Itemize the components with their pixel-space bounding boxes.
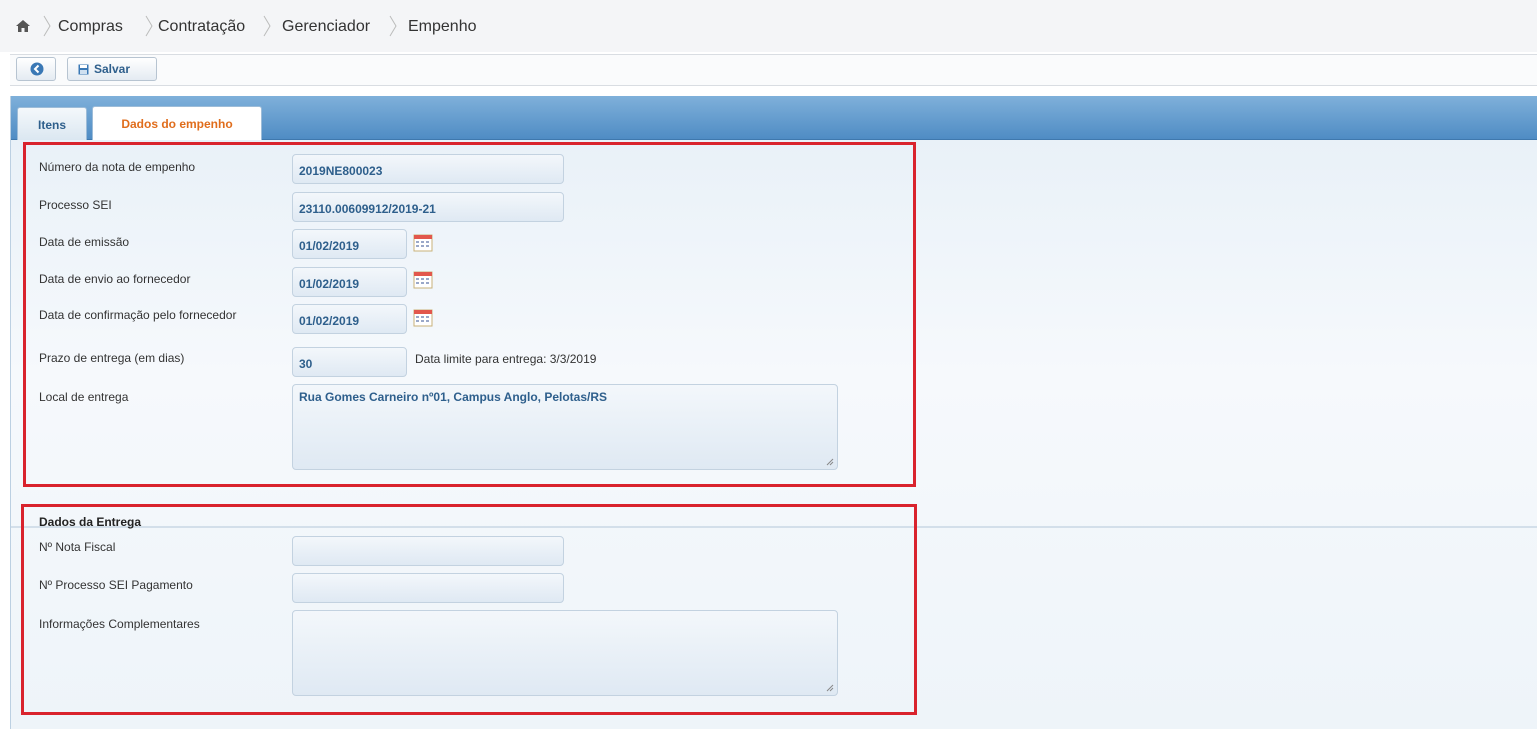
local-entrega-textarea[interactable]: Rua Gomes Carneiro nº01, Campus Anglo, P…	[292, 384, 838, 470]
breadcrumb-empenho: Empenho	[408, 18, 477, 35]
data-envio-label: Data de envio ao fornecedor	[39, 272, 191, 286]
breadcrumb-gerenciador[interactable]: Gerenciador	[282, 18, 370, 36]
prazo-entrega-label: Prazo de entrega (em dias)	[39, 351, 185, 365]
nota-fiscal-field[interactable]	[292, 536, 564, 566]
breadcrumb-separator-icon	[263, 15, 271, 37]
tab-content: Número da nota de empenho 2019NE800023 P…	[11, 140, 1537, 729]
data-emissao-label: Data de emissão	[39, 235, 130, 249]
nota-fiscal-label: Nº Nota Fiscal	[39, 540, 116, 554]
toolbar: Salvar	[10, 54, 1537, 86]
calendar-icon[interactable]	[413, 234, 433, 252]
back-button[interactable]	[16, 57, 56, 81]
data-confirmacao-label: Data de confirmação pelo fornecedor	[39, 308, 237, 322]
back-arrow-icon	[30, 62, 44, 76]
data-envio-field[interactable]: 01/02/2019	[292, 267, 407, 297]
resize-handle-icon[interactable]	[826, 684, 834, 692]
resize-handle-icon[interactable]	[826, 458, 834, 466]
breadcrumb-separator-icon	[145, 15, 153, 37]
dados-entrega-title: Dados da Entrega	[39, 515, 142, 529]
numero-empenho-field[interactable]: 2019NE800023	[292, 154, 564, 184]
calendar-icon[interactable]	[413, 271, 433, 289]
processo-sei-field[interactable]: 23110.00609912/2019-21	[292, 192, 564, 222]
tab-itens[interactable]: Itens	[17, 107, 87, 140]
processo-pagamento-label: Nº Processo SEI Pagamento	[39, 578, 193, 592]
save-button-label: Salvar	[94, 62, 131, 76]
numero-empenho-label: Número da nota de empenho	[39, 160, 196, 174]
tab-dados-do-empenho[interactable]: Dados do empenho	[92, 106, 262, 140]
breadcrumb-separator-icon	[389, 15, 397, 37]
informacoes-complementares-textarea[interactable]	[292, 610, 838, 696]
local-entrega-label: Local de entrega	[39, 390, 129, 404]
breadcrumb-compras[interactable]: Compras	[58, 18, 123, 36]
processo-sei-label: Processo SEI	[39, 198, 112, 212]
processo-pagamento-field[interactable]	[292, 573, 564, 603]
data-emissao-field[interactable]: 01/02/2019	[292, 229, 407, 259]
home-icon[interactable]	[15, 18, 31, 34]
tab-dados-label: Dados do empenho	[121, 117, 233, 131]
informacoes-complementares-label: Informações Complementares	[39, 617, 200, 631]
save-button[interactable]: Salvar	[67, 57, 157, 81]
data-confirmacao-field[interactable]: 01/02/2019	[292, 304, 407, 334]
breadcrumb-contratacao[interactable]: Contratação	[158, 18, 245, 36]
empenho-panel: Itens Dados do empenho Número da nota de…	[10, 96, 1537, 729]
data-limite-text: Data limite para entrega: 3/3/2019	[415, 352, 597, 366]
tab-bar: Itens Dados do empenho	[11, 96, 1537, 140]
tab-itens-label: Itens	[37, 118, 66, 132]
breadcrumb: Compras Contratação Gerenciador Empenho	[0, 0, 1537, 52]
calendar-icon[interactable]	[413, 309, 433, 327]
floppy-disk-icon	[78, 64, 89, 75]
breadcrumb-separator-icon	[43, 15, 51, 37]
local-entrega-value: Rua Gomes Carneiro nº01, Campus Anglo, P…	[299, 390, 608, 404]
prazo-entrega-field[interactable]: 30	[292, 347, 407, 377]
